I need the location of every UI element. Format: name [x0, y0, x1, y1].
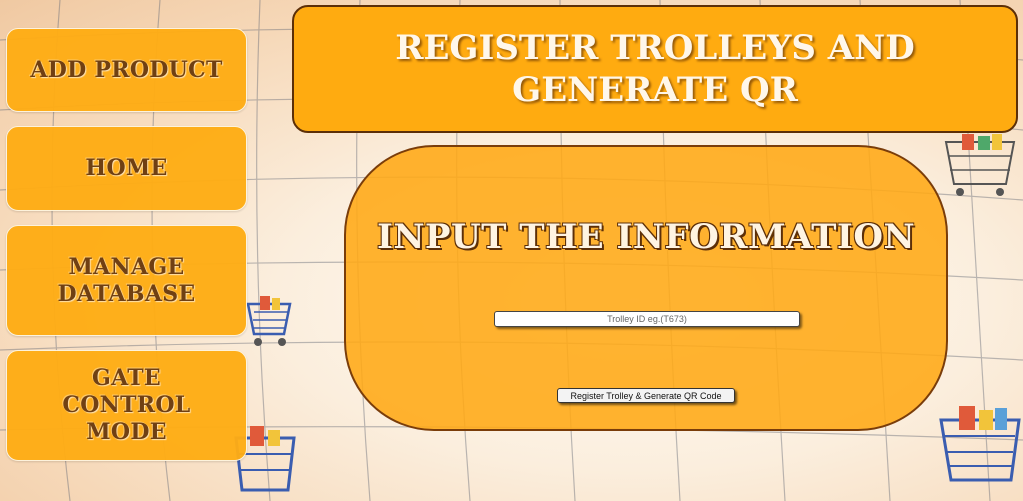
manage-database-label: MANAGE DATABASE — [57, 253, 196, 307]
home-label: HOME — [85, 155, 168, 181]
trolley-id-input[interactable] — [494, 311, 800, 327]
shopping-cart-icon — [939, 406, 1021, 482]
add-product-label: ADD PRODUCT — [30, 56, 223, 83]
gate-control-mode-label: GATE CONTROL MODE — [62, 365, 191, 445]
trolley-registration-form: INPUT THE INFORMATION Register Trolley &… — [344, 145, 948, 431]
shopping-cart-icon — [246, 296, 292, 346]
gate-control-mode-button[interactable]: GATE CONTROL MODE — [6, 350, 247, 461]
page-title-banner: REGISTER TROLLEYS AND GENERATE QR — [292, 5, 1018, 133]
register-trolley-button[interactable]: Register Trolley & Generate QR Code — [557, 388, 735, 403]
add-product-button[interactable]: ADD PRODUCT — [6, 28, 247, 112]
shopping-cart-icon — [944, 134, 1016, 196]
manage-database-button[interactable]: MANAGE DATABASE — [6, 225, 247, 336]
home-button[interactable]: HOME — [6, 126, 247, 211]
page-title: REGISTER TROLLEYS AND GENERATE QR — [395, 28, 915, 110]
form-heading: INPUT THE INFORMATION — [376, 217, 916, 257]
